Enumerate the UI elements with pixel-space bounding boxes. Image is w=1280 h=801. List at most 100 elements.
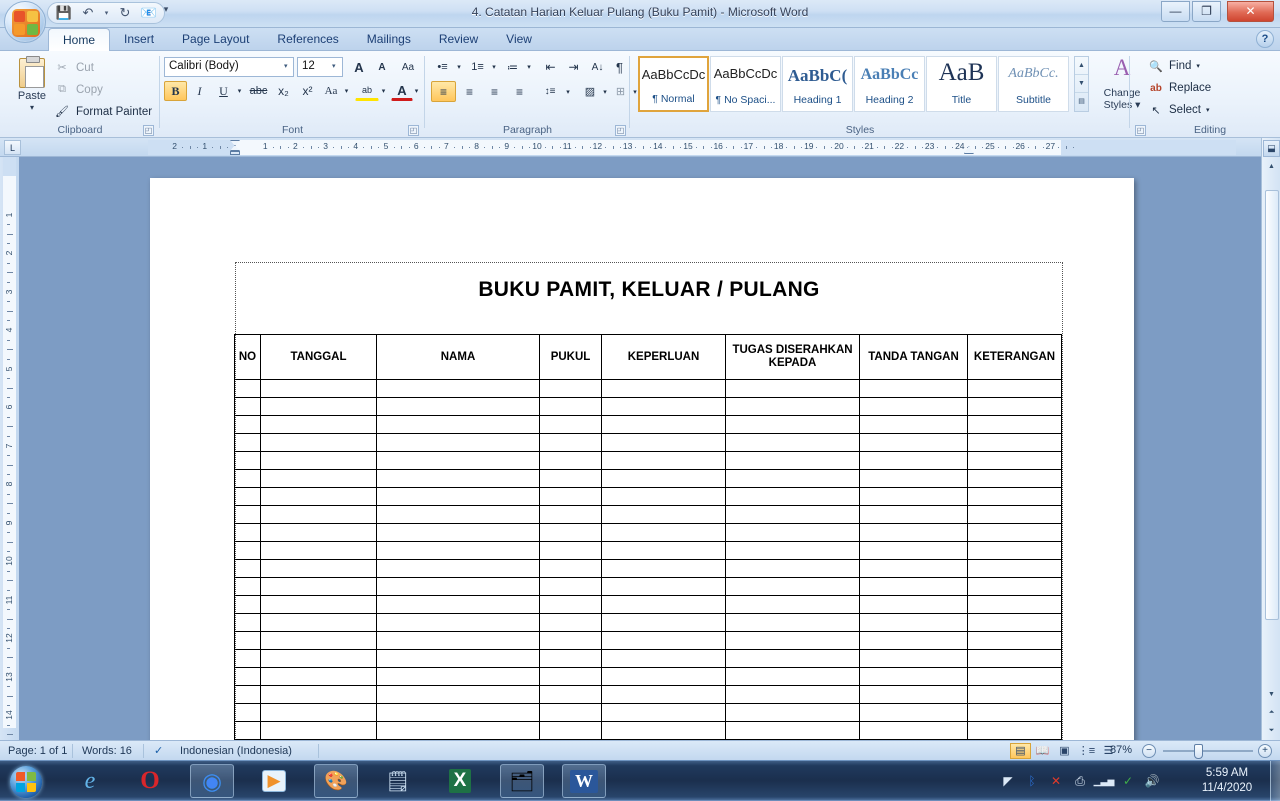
- table-cell[interactable]: [260, 685, 377, 704]
- table-cell[interactable]: [260, 631, 377, 650]
- table-cell[interactable]: [967, 469, 1062, 488]
- table-row[interactable]: [234, 451, 1062, 470]
- font-dialog-launcher[interactable]: ◰: [408, 125, 419, 136]
- find-dropdown-icon[interactable]: ▾: [1196, 62, 1200, 70]
- text-highlight-color-button[interactable]: ab: [355, 81, 379, 101]
- font-name-input[interactable]: Calibri (Body): [164, 57, 294, 77]
- table-cell[interactable]: [725, 505, 860, 524]
- table-cell[interactable]: [725, 397, 860, 416]
- maximize-button[interactable]: ❐: [1192, 1, 1221, 22]
- page-indicator[interactable]: Page: 1 of 1: [8, 744, 67, 759]
- table-cell[interactable]: [376, 577, 540, 596]
- table-row[interactable]: [234, 379, 1062, 398]
- strikethrough-button[interactable]: abc: [246, 81, 271, 101]
- table-cell[interactable]: [725, 667, 860, 686]
- shading-dropdown-icon[interactable]: ▾: [600, 81, 610, 102]
- italic-button[interactable]: I: [188, 81, 211, 101]
- underline-dropdown-icon[interactable]: ▾: [234, 81, 245, 101]
- table-cell[interactable]: [376, 667, 540, 686]
- table-cell[interactable]: [967, 415, 1062, 434]
- table-cell[interactable]: [234, 649, 261, 668]
- table-cell[interactable]: [859, 433, 968, 452]
- table-cell[interactable]: [376, 451, 540, 470]
- table-header-cell[interactable]: KETERANGAN: [967, 334, 1062, 380]
- styles-more-icon[interactable]: ▤: [1075, 93, 1088, 111]
- table-cell[interactable]: [967, 703, 1062, 722]
- left-indent-marker[interactable]: [230, 151, 240, 155]
- network-icon[interactable]: ▁▃▅: [1094, 773, 1115, 789]
- font-size-input[interactable]: 12: [297, 57, 343, 77]
- table-cell[interactable]: [376, 559, 540, 578]
- undo-icon[interactable]: ↶: [78, 4, 98, 22]
- table-cell[interactable]: [376, 613, 540, 632]
- table-cell[interactable]: [234, 667, 261, 686]
- save-icon[interactable]: 💾: [54, 4, 74, 22]
- table-row[interactable]: [234, 397, 1062, 416]
- style-normal[interactable]: AaBbCcDc ¶ Normal: [638, 56, 709, 112]
- table-cell[interactable]: [967, 433, 1062, 452]
- table-cell[interactable]: [859, 451, 968, 470]
- table-cell[interactable]: [539, 685, 602, 704]
- font-color-button[interactable]: A: [391, 81, 413, 101]
- table-cell[interactable]: [376, 523, 540, 542]
- line-spacing-dropdown-icon[interactable]: ▾: [563, 81, 573, 102]
- table-cell[interactable]: [539, 433, 602, 452]
- table-cell[interactable]: [539, 523, 602, 542]
- previous-page-icon[interactable]: ⏶: [1264, 706, 1279, 720]
- table-cell[interactable]: [601, 595, 726, 614]
- table-cell[interactable]: [260, 649, 377, 668]
- table-cell[interactable]: [967, 721, 1062, 740]
- table-cell[interactable]: [725, 613, 860, 632]
- table-row[interactable]: [234, 577, 1062, 596]
- table-cell[interactable]: [967, 379, 1062, 398]
- help-icon[interactable]: ?: [1256, 30, 1274, 48]
- table-cell[interactable]: [859, 559, 968, 578]
- bullets-dropdown-icon[interactable]: ▾: [454, 57, 464, 77]
- style-no-spacing[interactable]: AaBbCcDc ¶ No Spaci...: [710, 56, 781, 112]
- volume-icon[interactable]: 🔊: [1144, 773, 1160, 789]
- table-cell[interactable]: [859, 649, 968, 668]
- taskbar-opera[interactable]: O: [128, 764, 172, 798]
- style-subtitle[interactable]: AaBbCc. Subtitle: [998, 56, 1069, 112]
- table-cell[interactable]: [376, 631, 540, 650]
- table-cell[interactable]: [539, 703, 602, 722]
- table-cell[interactable]: [234, 379, 261, 398]
- table-cell[interactable]: [260, 721, 377, 740]
- table-cell[interactable]: [376, 415, 540, 434]
- table-cell[interactable]: [859, 379, 968, 398]
- table-cell[interactable]: [376, 595, 540, 614]
- underline-button[interactable]: U: [212, 81, 235, 101]
- table-cell[interactable]: [967, 685, 1062, 704]
- table-cell[interactable]: [539, 559, 602, 578]
- table-row[interactable]: [234, 415, 1062, 434]
- table-cell[interactable]: [601, 415, 726, 434]
- table-cell[interactable]: [601, 451, 726, 470]
- tab-mailings[interactable]: Mailings: [353, 28, 425, 51]
- taskbar-word[interactable]: W: [562, 764, 606, 798]
- table-cell[interactable]: [601, 613, 726, 632]
- proofing-status-icon[interactable]: ✓: [154, 744, 163, 759]
- table-cell[interactable]: [260, 379, 377, 398]
- table-cell[interactable]: [859, 595, 968, 614]
- table-cell[interactable]: [376, 703, 540, 722]
- taskbar-internet-explorer[interactable]: e: [68, 764, 112, 798]
- table-row[interactable]: [234, 523, 1062, 542]
- clipboard-dialog-launcher[interactable]: ◰: [143, 125, 154, 136]
- superscript-button[interactable]: x²: [296, 81, 319, 101]
- table-row[interactable]: [234, 595, 1062, 614]
- table-header-cell[interactable]: TANGGAL: [260, 334, 377, 380]
- table-cell[interactable]: [376, 433, 540, 452]
- align-right-button[interactable]: ≡: [482, 81, 507, 102]
- table-header-cell[interactable]: NO: [234, 334, 261, 380]
- table-cell[interactable]: [234, 703, 261, 722]
- table-cell[interactable]: [539, 505, 602, 524]
- table-cell[interactable]: [376, 541, 540, 560]
- table-header-cell[interactable]: KEPERLUAN: [601, 334, 726, 380]
- table-cell[interactable]: [539, 577, 602, 596]
- table-cell[interactable]: [539, 541, 602, 560]
- table-cell[interactable]: [725, 595, 860, 614]
- table-cell[interactable]: [725, 703, 860, 722]
- tab-references[interactable]: References: [263, 28, 352, 51]
- display-error-icon[interactable]: ✕: [1048, 773, 1064, 789]
- table-cell[interactable]: [725, 721, 860, 740]
